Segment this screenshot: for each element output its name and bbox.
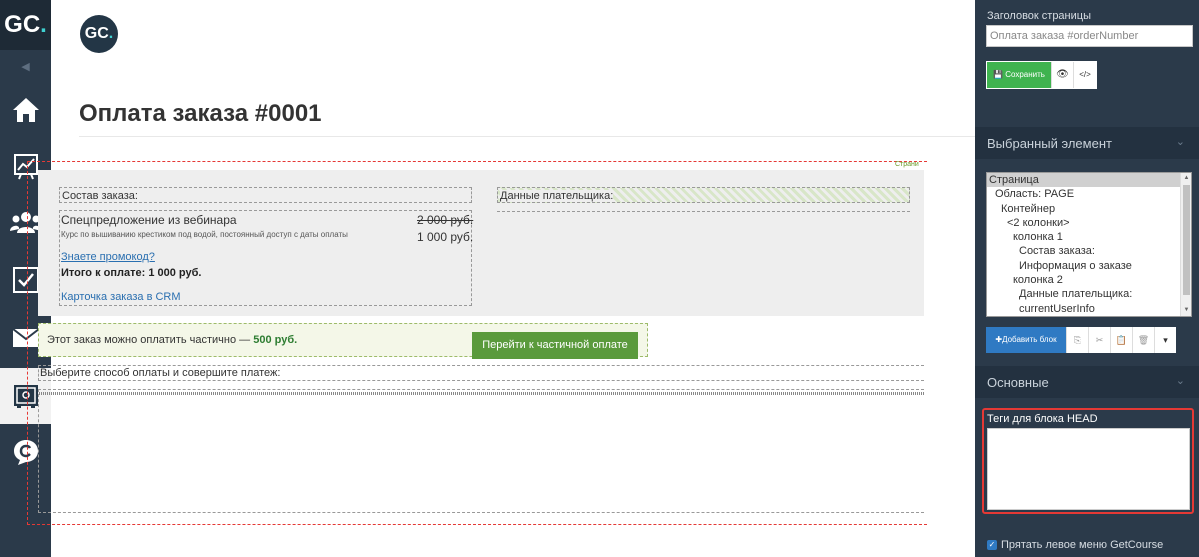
payment-method-label[interactable]: Выберите способ оплаты и совершите плате… [38,365,924,381]
hide-menu-row[interactable]: ✓ Прятать левое меню GetCourse [987,539,1163,551]
tree-item[interactable]: Информация о заказе [987,259,1191,273]
page-title-label: Заголовок страницы [987,10,1091,22]
tree-item[interactable]: currentUserInfo [987,302,1191,316]
head-tags-textarea[interactable] [987,428,1190,510]
code-icon[interactable]: </> [1073,62,1096,88]
scroll-down-icon[interactable]: ▼ [1181,305,1191,316]
old-price: 2 000 руб. [417,213,474,227]
partial-payment-button[interactable]: Перейти к частичной оплате [472,332,638,359]
selected-element-header[interactable]: Выбранный элемент ⌄ [975,127,1199,159]
add-block-button[interactable]: ✚Добавить блок [986,327,1066,353]
delete-icon[interactable]: 🗑 [1132,327,1154,353]
tree-item[interactable]: Данные плательщика: [987,287,1191,301]
more-dropdown-icon[interactable]: ▾ [1154,327,1176,353]
partial-payment-amount: 500 руб. [253,334,298,346]
page-title: Оплата заказа #0001 [79,100,322,127]
order-composition-heading[interactable]: Состав заказа: [59,187,472,203]
tree-item[interactable]: Область: PAGE [987,187,1191,201]
copy-icon[interactable]: ⎘ [1066,327,1088,353]
product-description: Курс по вышиванию крестиком под водой, п… [61,230,348,239]
collapse-menu-icon[interactable]: ◀ [0,57,51,77]
tree-item[interactable]: Страница [987,173,1191,188]
page-title-input[interactable] [986,25,1193,47]
tree-item[interactable]: <2 колонки> [987,216,1191,230]
getcourse-logo[interactable]: GC. [0,0,51,50]
page-area-tag: Страни [895,161,919,168]
head-tags-label: Теги для блока HEAD [987,413,1098,425]
tree-scrollbar[interactable]: ▲ ▼ [1180,173,1191,316]
chevron-down-icon: ⌄ [1175,136,1185,148]
payment-methods-area[interactable] [38,389,924,513]
paste-icon[interactable]: 📋 [1110,327,1132,353]
payer-data-block[interactable] [497,211,910,212]
tree-item[interactable]: колонка 2 [987,273,1191,287]
promo-code-link[interactable]: Знаете промокод? [61,251,155,263]
main-settings-header[interactable]: Основные ⌄ [975,366,1199,398]
preview-eye-icon[interactable]: 👁 [1051,62,1073,88]
product-name: Спецпредложение из вебинара [61,213,237,227]
tree-item[interactable]: Контейнер [987,202,1191,216]
payer-data-heading[interactable]: Данные плательщика: [497,187,910,203]
chevron-down-icon: ⌄ [1175,375,1185,387]
scroll-thumb[interactable] [1183,185,1190,295]
hide-menu-checkbox[interactable]: ✓ [987,540,997,550]
partial-payment-text: Этот заказ можно оплатить частично — 500… [47,334,298,346]
hide-menu-label: Прятать левое меню GetCourse [1001,539,1164,551]
scroll-up-icon[interactable]: ▲ [1181,173,1191,184]
order-total: Итого к оплате: 1 000 руб. [61,267,202,279]
tree-item[interactable]: колонка 1 [987,230,1191,244]
tree-item[interactable]: Состав заказа: [987,244,1191,258]
divider [79,136,975,137]
price: 1 000 руб. [417,230,474,244]
element-tree-list[interactable]: Страница Область: PAGE Контейнер <2 колонки… [986,172,1192,317]
cut-icon[interactable]: ✂ [1088,327,1110,353]
home-icon[interactable] [0,82,51,138]
crm-order-card-link[interactable]: Карточка заказа в CRM [61,291,181,303]
gc-logo: GC. [80,15,118,53]
save-button[interactable]: 💾 Сохранить [987,62,1051,88]
